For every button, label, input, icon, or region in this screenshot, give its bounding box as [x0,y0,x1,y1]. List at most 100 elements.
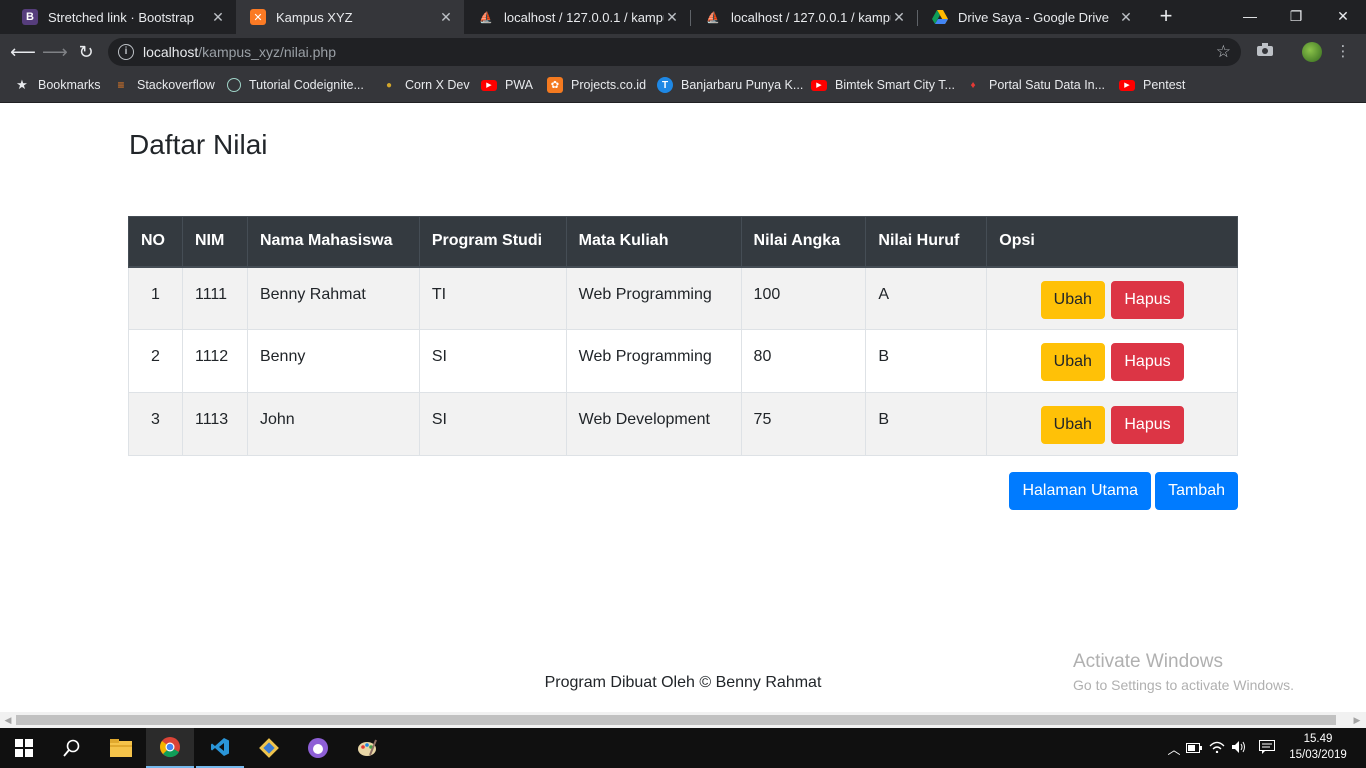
tab-phpmyadmin-1[interactable]: ⛵ localhost / 127.0.0.1 / kampus_ ✕ [464,0,690,34]
address-bar[interactable]: i localhost/kampus_xyz/nilai.php ☆ [108,38,1241,66]
bookmark-portal-satu-data[interactable]: ♦ Portal Satu Data In... [965,71,1105,99]
new-tab-button[interactable]: + [1154,5,1178,29]
bookmark-pwa[interactable]: ▶ PWA [481,71,533,99]
cell-nilai-angka: 100 [740,266,867,330]
bookmark-stackoverflow[interactable]: ≡ Stackoverflow [113,71,214,99]
bookmark-star-icon[interactable]: ☆ [1216,42,1231,62]
bookmark-projects[interactable]: ✿ Projects.co.id [547,71,646,99]
tab-kampus-xyz[interactable]: ✕ Kampus XYZ ✕ [236,0,464,34]
volume-icon[interactable] [1228,740,1250,757]
tab-phpmyadmin-2[interactable]: ⛵ localhost / 127.0.0.1 / kampus_ ✕ [691,0,917,34]
tab-title: localhost / 127.0.0.1 / kampus_ [504,9,664,25]
back-button[interactable]: ⟵ [10,40,36,64]
delete-button[interactable]: Hapus [1111,406,1184,444]
battery-icon[interactable] [1182,741,1206,756]
bookmark-label: Corn X Dev [405,78,470,92]
edit-button[interactable]: Ubah [1040,406,1105,444]
tab-close-icon[interactable]: ✕ [664,9,680,26]
bookmark-banjarbaru[interactable]: T Banjarbaru Punya K... [657,71,803,99]
cell-nilai-huruf: B [865,329,988,393]
wifi-icon[interactable] [1206,741,1228,756]
phpmyadmin-icon: ⛵ [479,11,493,24]
chevron-up-icon[interactable]: ︿ [1166,739,1182,758]
camera-extension-icon[interactable] [1255,42,1275,62]
horizontal-scrollbar[interactable]: ◀ ▶ [0,712,1366,728]
taskbar-chrome[interactable] [146,728,194,768]
notification-icon[interactable] [1256,739,1278,757]
portal-icon: ♦ [970,79,976,91]
folder-icon [110,739,132,757]
cell-nim: 1111 [181,266,248,330]
site-info-icon[interactable]: i [118,44,134,60]
taskbar-app-purple[interactable] [294,728,342,768]
chrome-icon [160,737,180,758]
tab-close-icon[interactable]: ✕ [210,9,226,26]
bookmark-pentest[interactable]: ▶ Pentest [1119,71,1185,99]
cell-no: 3 [128,392,183,456]
bookmark-label: Pentest [1143,78,1186,92]
cell-nilai-huruf: B [865,392,988,456]
vscode-icon [211,738,229,756]
taskbar-git[interactable] [245,728,293,768]
cell-nama: John [246,392,420,456]
bookmark-label: Projects.co.id [571,78,647,92]
system-tray: ︿ [1166,728,1278,768]
tab-bootstrap[interactable]: B Stretched link · Bootstrap ✕ [8,0,236,34]
restore-button[interactable]: ❐ [1273,0,1319,34]
git-icon [259,738,279,758]
edit-button[interactable]: Ubah [1040,343,1105,381]
header-program-studi: Program Studi [418,216,567,268]
bookmarks-bar: ★ Bookmarks ≡ Stackoverflow Tutorial Codei… [0,71,1366,103]
header-mata-kuliah: Mata Kuliah [565,216,742,268]
url-path: /kampus_xyz/nilai.php [198,44,337,60]
tab-close-icon[interactable]: ✕ [891,9,907,26]
taskbar-file-explorer[interactable] [97,728,145,768]
page-content: Daftar Nilai NO NIM Nama Mahasiswa Progr… [0,103,1366,712]
scroll-right-icon[interactable]: ▶ [1350,714,1364,726]
cell-prodi: TI [418,266,567,330]
minimize-button[interactable]: — [1227,0,1273,34]
menu-icon[interactable]: ⋮ [1333,42,1353,62]
browser-toolbar: ⟵ ⟶ ↻ i localhost/kampus_xyz/nilai.php ☆… [0,34,1366,71]
scroll-left-icon[interactable]: ◀ [1,714,15,726]
bookmark-label: Tutorial Codeignite... [249,78,364,92]
t-icon: T [657,77,673,93]
add-button[interactable]: Tambah [1155,472,1238,510]
delete-button[interactable]: Hapus [1111,280,1184,319]
reload-button[interactable]: ↻ [74,40,98,64]
url-text[interactable]: localhost/kampus_xyz/nilai.php [143,44,1216,60]
taskbar-paint[interactable] [343,728,391,768]
tab-title: Stretched link · Bootstrap [48,9,194,25]
bookmark-corn-x-dev[interactable]: ● Corn X Dev [381,71,470,99]
profile-avatar[interactable] [1302,42,1322,62]
tab-google-drive[interactable]: Drive Saya - Google Drive ✕ [918,0,1144,34]
bookmark-bimtek[interactable]: ▶ Bimtek Smart City T... [811,71,955,99]
table-header-row: NO NIM Nama Mahasiswa Program Studi Mata… [128,216,1238,268]
scrollbar-thumb[interactable] [16,715,1336,725]
start-button[interactable] [0,728,48,768]
close-window-button[interactable]: ✕ [1320,0,1366,34]
tab-close-icon[interactable]: ✕ [1118,9,1134,26]
home-button[interactable]: Halaman Utama [1009,472,1152,510]
cell-matkul: Web Development [565,392,742,456]
header-opsi: Opsi [986,216,1238,268]
watermark-title: Activate Windows [1073,651,1223,672]
tab-close-icon[interactable]: ✕ [438,9,454,26]
edit-button[interactable]: Ubah [1040,280,1105,319]
delete-button[interactable]: Hapus [1111,343,1184,381]
header-no: NO [128,216,183,268]
table-row: 3 1113 John SI Web Development 75 B Ubah… [128,392,1238,456]
windows-logo-icon [15,739,33,757]
phpmyadmin-icon: ⛵ [706,11,720,24]
taskbar-vscode[interactable] [196,728,244,768]
grades-table: NO NIM Nama Mahasiswa Program Studi Mata… [128,216,1238,456]
table-row: 2 1112 Benny SI Web Programming 80 B Uba… [128,329,1238,393]
taskbar-clock[interactable]: 15.49 15/03/2019 [1283,731,1353,763]
bookmark-codeigniter[interactable]: Tutorial Codeignite... [227,71,364,99]
cell-no: 1 [128,266,183,330]
header-nama-mahasiswa: Nama Mahasiswa [246,216,420,268]
cell-matkul: Web Programming [565,329,742,393]
forward-button[interactable]: ⟶ [42,40,68,64]
search-button[interactable] [48,728,96,768]
bookmark-bookmarks[interactable]: ★ Bookmarks [14,71,100,99]
